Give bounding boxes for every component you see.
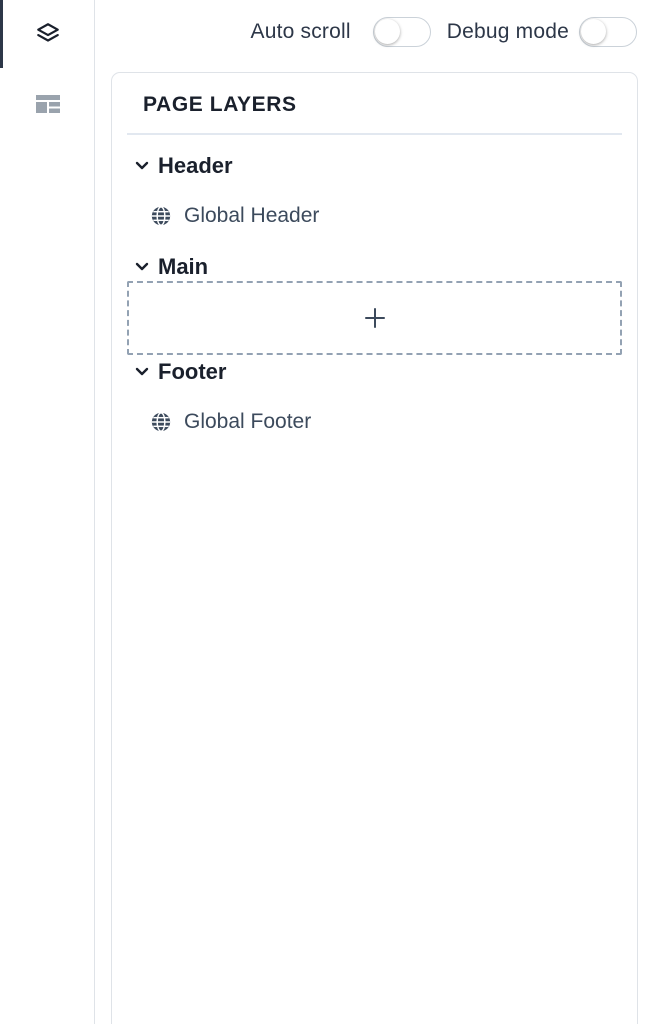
debug-mode-toggle[interactable] — [579, 17, 637, 47]
divider — [127, 133, 622, 135]
auto-scroll-label: Auto scroll — [250, 20, 351, 43]
globe-icon — [151, 412, 171, 432]
layers-icon — [36, 23, 59, 42]
chevron-down-icon — [135, 161, 149, 170]
layer-item-global-footer[interactable]: Global Footer — [150, 410, 311, 434]
section-header-toggle[interactable]: Header — [132, 153, 233, 179]
layer-item-label: Global Header — [184, 204, 320, 227]
chevron-down-icon — [135, 262, 149, 271]
page-layers-panel: PAGE LAYERS Header Global Header Main Fo… — [111, 72, 638, 1024]
section-main-toggle[interactable]: Main — [132, 254, 208, 280]
rail-item-blocks[interactable] — [0, 70, 95, 138]
plus-icon — [364, 308, 385, 328]
rail-item-layers[interactable] — [0, 0, 95, 68]
section-footer-toggle[interactable]: Footer — [132, 359, 226, 385]
sidebar-rail — [0, 0, 95, 1024]
globe-icon — [151, 206, 171, 226]
auto-scroll-toggle[interactable] — [372, 17, 431, 47]
top-toolbar: Auto scroll Debug mode — [96, 0, 651, 64]
panel-title: PAGE LAYERS — [143, 93, 297, 116]
debug-mode-label: Debug mode — [446, 20, 569, 43]
layer-item-global-header[interactable]: Global Header — [150, 204, 319, 228]
chevron-down-icon — [135, 367, 149, 376]
app: Auto scroll Debug mode PAGE LAYERS Heade… — [0, 0, 651, 1024]
toggle-knob — [581, 19, 606, 44]
section-title: Main — [158, 254, 209, 279]
section-title: Header — [158, 153, 233, 178]
layer-item-label: Global Footer — [184, 410, 312, 433]
blocks-icon — [35, 95, 60, 113]
toggle-knob — [374, 19, 400, 44]
main-dropzone[interactable] — [127, 281, 622, 355]
section-title: Footer — [158, 359, 227, 384]
